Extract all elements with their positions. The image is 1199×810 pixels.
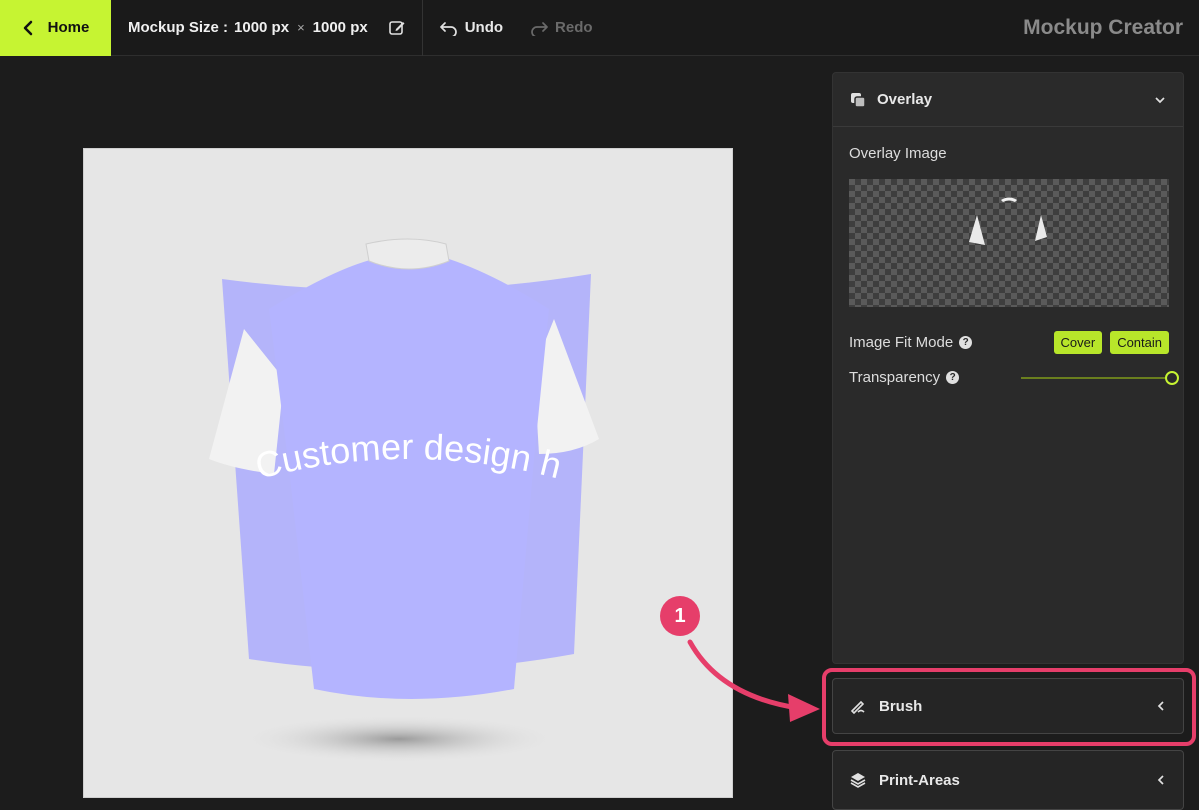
redo-icon xyxy=(531,21,548,36)
overlay-image-label: Overlay Image xyxy=(849,145,947,162)
layers-copy-icon xyxy=(851,92,866,108)
annotation-arrow xyxy=(687,639,820,722)
undo-button[interactable]: Undo xyxy=(439,19,503,36)
edit-icon[interactable] xyxy=(388,19,406,37)
home-button[interactable]: Home xyxy=(0,0,111,56)
transparency-slider[interactable] xyxy=(1021,371,1179,385)
help-icon[interactable]: ? xyxy=(959,336,973,349)
top-bar: Home Mockup Size : 1000 px × 1000 px Und… xyxy=(0,0,1199,56)
chevron-left-icon xyxy=(1157,701,1164,711)
chevron-down-icon[interactable] xyxy=(1153,93,1167,107)
mockup-size: Mockup Size : 1000 px × 1000 px xyxy=(111,0,423,56)
chevron-left-icon xyxy=(23,20,32,35)
mockup-size-label: Mockup Size : xyxy=(128,19,229,36)
home-label: Home xyxy=(47,19,90,36)
fit-contain-button[interactable]: Contain xyxy=(1110,331,1169,354)
overlay-panel: Overlay Overlay Image Image Fit Mode ? C… xyxy=(832,72,1184,664)
brush-icon xyxy=(850,700,865,715)
mockup-canvas[interactable]: Customer design here xyxy=(83,148,733,798)
fit-cover-button[interactable]: Cover xyxy=(1053,331,1103,354)
overlay-title: Overlay xyxy=(877,91,933,108)
redo-label: Redo xyxy=(555,19,593,36)
tshirt-mockup: Customer design here xyxy=(84,149,599,763)
image-fit-mode-label: Image Fit Mode xyxy=(849,334,954,351)
app-title: Mockup Creator xyxy=(1023,16,1183,39)
overlay-image-preview[interactable] xyxy=(849,179,1169,307)
times-symbol: × xyxy=(297,20,305,35)
shirt-shadow xyxy=(239,715,559,763)
transparency-label: Transparency xyxy=(849,369,941,386)
shirt-body xyxy=(269,259,549,699)
undo-label: Undo xyxy=(464,19,504,36)
mockup-height: 1000 px xyxy=(312,19,368,36)
collar-shapes xyxy=(969,197,1047,245)
overlay-panel-header[interactable]: Overlay xyxy=(833,73,1183,127)
brush-accordion[interactable]: Brush xyxy=(832,678,1184,734)
redo-button[interactable]: Redo xyxy=(529,19,593,36)
print-areas-accordion[interactable]: Print-Areas xyxy=(832,750,1184,810)
undo-icon xyxy=(439,21,457,36)
transparency-row: Transparency ? xyxy=(849,369,1179,386)
chevron-left-icon xyxy=(1157,775,1164,785)
image-fit-mode-row: Image Fit Mode ? Cover Contain xyxy=(849,331,1169,354)
print-areas-label: Print-Areas xyxy=(879,771,960,789)
step-badge: 1 xyxy=(660,596,700,636)
slider-thumb[interactable] xyxy=(1165,371,1179,385)
brush-label: Brush xyxy=(879,697,923,715)
shirt-collar xyxy=(365,238,450,270)
mockup-width: 1000 px xyxy=(234,19,290,36)
layers-icon xyxy=(850,773,866,788)
help-icon[interactable]: ? xyxy=(946,371,960,384)
